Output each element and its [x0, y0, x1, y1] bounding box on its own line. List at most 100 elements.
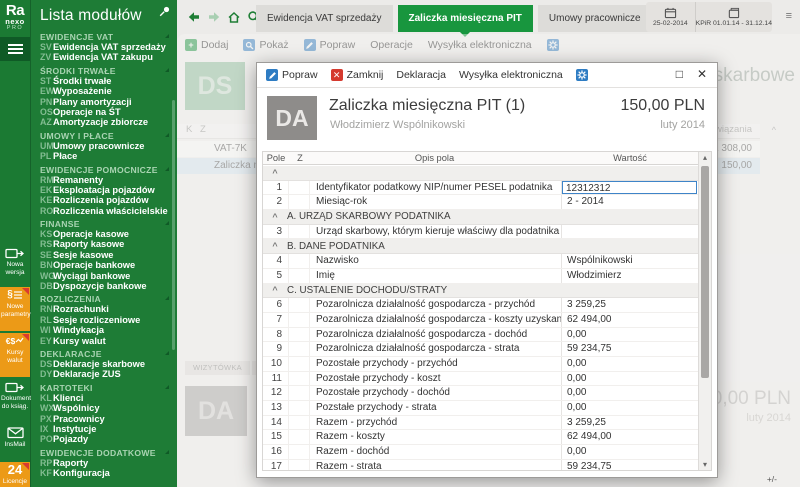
field-value[interactable]: 0,00 [562, 401, 698, 415]
field-value[interactable]: 62 494,00 [562, 430, 698, 444]
toolbar-button-pokaż[interactable]: Pokaż [243, 39, 288, 51]
group-row[interactable]: ^ [263, 166, 698, 181]
rail-item-nowa-wersja[interactable]: Nowa wersja [0, 245, 30, 285]
toolbar-button-operacje[interactable]: Operacje [370, 39, 413, 51]
rail-item-dokument-do-ksi-g-[interactable]: Dokument do ksiąg. [0, 379, 30, 423]
sidebar-item-pn[interactable]: PNPlany amortyzacji [31, 97, 177, 107]
sidebar-item-zv[interactable]: ZVEwidencja VAT zakupu [31, 52, 177, 62]
sidebar-section-header[interactable]: ROZLICZENIA [31, 294, 177, 304]
sidebar-item-rp[interactable]: RPRaporty [31, 458, 177, 468]
field-value[interactable]: 0,00 [562, 357, 698, 371]
toolbar-button-deklaracja[interactable]: Deklaracja [396, 69, 446, 81]
group-row[interactable]: ^B. DANE PODATNIKA [263, 239, 698, 254]
field-row-13[interactable]: 13Pozstałe przychody - strata0,00 [263, 401, 698, 416]
window-menu-icon[interactable]: ≡ [786, 10, 792, 22]
back-icon[interactable] [187, 11, 201, 23]
toolbar-button-wysyłka-elektroniczna[interactable]: Wysyłka elektroniczna [459, 69, 563, 81]
field-value[interactable]: 62 494,00 [562, 313, 698, 327]
sidebar-item-st[interactable]: STŚrodki trwałe [31, 76, 177, 86]
sidebar-section-header[interactable]: EWIDENCJE POMOCNICZE [31, 165, 177, 175]
field-row-7[interactable]: 7Pozarolnicza działalność gospodarcza - … [263, 313, 698, 328]
sidebar-item-kl[interactable]: KLKlienci [31, 393, 177, 403]
field-value[interactable]: 3 259,25 [562, 416, 698, 430]
field-row-5[interactable]: 5ImięWłodzimierz [263, 269, 698, 284]
field-row-17[interactable]: 17Razem - strata59 234,75 [263, 460, 698, 470]
field-value[interactable]: Włodzimierz [562, 269, 698, 283]
toolbar-button-zamknij[interactable]: ✕Zamknij [331, 69, 384, 81]
sidebar-item-db[interactable]: DBDyspozycje bankowe [31, 281, 177, 291]
sidebar-item-se[interactable]: SESesje kasowe [31, 250, 177, 260]
scroll-down-icon[interactable]: ▾ [699, 460, 711, 469]
group-chevron-icon[interactable]: ^ [263, 241, 287, 251]
sidebar-item-rs[interactable]: RSRaporty kasowe [31, 239, 177, 249]
sidebar-item-az[interactable]: AZAmortyzacje zbiorcze [31, 117, 177, 127]
group-row[interactable]: ^A. URZĄD SKARBOWY PODATNIKA [263, 210, 698, 225]
sidebar-item-um[interactable]: UMUmowy pracownicze [31, 141, 177, 151]
sidebar-item-bn[interactable]: BNOperacje bankowe [31, 260, 177, 270]
tab-wizytowka[interactable]: WIZYTÓWKA [185, 361, 250, 375]
toolbar-button-dodaj[interactable]: +Dodaj [185, 39, 228, 51]
rail-item-insmail[interactable]: InsMail [0, 425, 30, 460]
sidebar-item-pl[interactable]: PLPłace [31, 151, 177, 161]
forward-icon[interactable] [207, 11, 221, 23]
sidebar-item-ew[interactable]: EWWyposażenie [31, 86, 177, 96]
field-row-15[interactable]: 15Razem - koszty62 494,00 [263, 430, 698, 445]
sidebar-section-header[interactable]: ŚRODKI TRWAŁE [31, 66, 177, 76]
field-value[interactable]: 0,00 [562, 386, 698, 400]
field-value[interactable] [562, 225, 698, 239]
sidebar-item-wx[interactable]: WXWspólnicy [31, 403, 177, 413]
field-row-2[interactable]: 2Miesiąc-rok2 - 2014 [263, 195, 698, 210]
group-chevron-icon[interactable]: ^ [263, 285, 287, 295]
sidebar-item-wg[interactable]: WGWyciągi bankowe [31, 271, 177, 281]
sidebar-item-dy[interactable]: DYDeklaracje ZUS [31, 369, 177, 379]
sidebar-item-ro[interactable]: RORozliczenia właścicielskie [31, 206, 177, 216]
toolbar-button-popraw[interactable]: Popraw [304, 39, 356, 51]
sidebar-item-ek[interactable]: EKEksploatacja pojazdów [31, 185, 177, 195]
sidebar-item-ix[interactable]: IXInstytucje [31, 424, 177, 434]
field-row-10[interactable]: 10Pozostałe przychody - przychód0,00 [263, 357, 698, 372]
sidebar-section-header[interactable]: EWIDENCJE VAT [31, 32, 177, 42]
field-row-11[interactable]: 11Pozostałe przychody - koszt0,00 [263, 372, 698, 387]
sidebar-section-header[interactable]: FINANSE [31, 219, 177, 229]
sidebar-item-ds[interactable]: DSDeklaracje skarbowe [31, 359, 177, 369]
field-row-9[interactable]: 9Pozarolnicza działalność gospodarcza - … [263, 342, 698, 357]
toolbar-gear-icon[interactable] [576, 69, 588, 81]
work-date-button[interactable]: 25-02-2014 [646, 2, 695, 32]
maximize-icon[interactable]: □ [676, 67, 683, 81]
group-chevron-icon[interactable]: ^ [263, 212, 287, 222]
toolbar-button-popraw[interactable]: Popraw [266, 69, 318, 81]
toolbar-gear-icon[interactable] [547, 39, 559, 51]
scrollbar-thumb[interactable] [701, 166, 709, 378]
sidebar-item-rn[interactable]: RNRozrachunki [31, 304, 177, 314]
field-value[interactable]: 59 234,75 [562, 460, 698, 470]
field-value[interactable]: 2 - 2014 [562, 195, 698, 209]
scroll-up-icon[interactable]: ▴ [699, 153, 711, 162]
toolbar-button-wysyłka-elektroniczna[interactable]: Wysyłka elektroniczna [428, 39, 532, 51]
sidebar-item-wi[interactable]: WIWindykacja [31, 325, 177, 335]
tab-zaliczka-miesięczna-pit[interactable]: Zaliczka miesięczna PIT [398, 5, 533, 32]
field-row-8[interactable]: 8Pozarolnicza działalność gospodarcza - … [263, 328, 698, 343]
field-value[interactable]: 0,00 [562, 445, 698, 459]
field-row-3[interactable]: 3Urząd skarbowy, którym kieruje właściwy… [263, 225, 698, 240]
sidebar-section-header[interactable]: DEKLARACJE [31, 349, 177, 359]
pin-icon[interactable] [158, 5, 172, 19]
group-chevron-icon[interactable]: ^ [263, 168, 287, 178]
field-value[interactable]: 12312312 [562, 181, 698, 195]
table-scrollbar[interactable]: ▴ ▾ [698, 152, 711, 470]
rail-item-nowe-parametry[interactable]: §Nowe parametry [0, 287, 30, 331]
sidebar-section-header[interactable]: UMOWY I PŁACE [31, 131, 177, 141]
modules-list-button[interactable] [0, 37, 30, 61]
close-icon[interactable]: ✕ [697, 67, 707, 81]
period-button[interactable]: KPiR 01.01.14 - 31.12.14 [695, 2, 772, 32]
field-value[interactable]: 0,00 [562, 372, 698, 386]
field-value[interactable]: 0,00 [562, 328, 698, 342]
collapse-caret-icon[interactable]: ^ [772, 125, 776, 135]
value-input[interactable]: 12312312 [562, 181, 697, 194]
sidebar-item-kf[interactable]: KFKonfiguracja [31, 468, 177, 478]
home-icon[interactable] [227, 11, 241, 24]
sidebar-item-rm[interactable]: RMRemanenty [31, 175, 177, 185]
field-value[interactable]: 3 259,25 [562, 298, 698, 312]
group-row[interactable]: ^C. USTALENIE DOCHODU/STRATY [263, 284, 698, 299]
tab-ewidencja-vat-sprzedaży[interactable]: Ewidencja VAT sprzedaży [256, 5, 393, 32]
sidebar-item-os[interactable]: OSOperacje na ŚT [31, 107, 177, 117]
